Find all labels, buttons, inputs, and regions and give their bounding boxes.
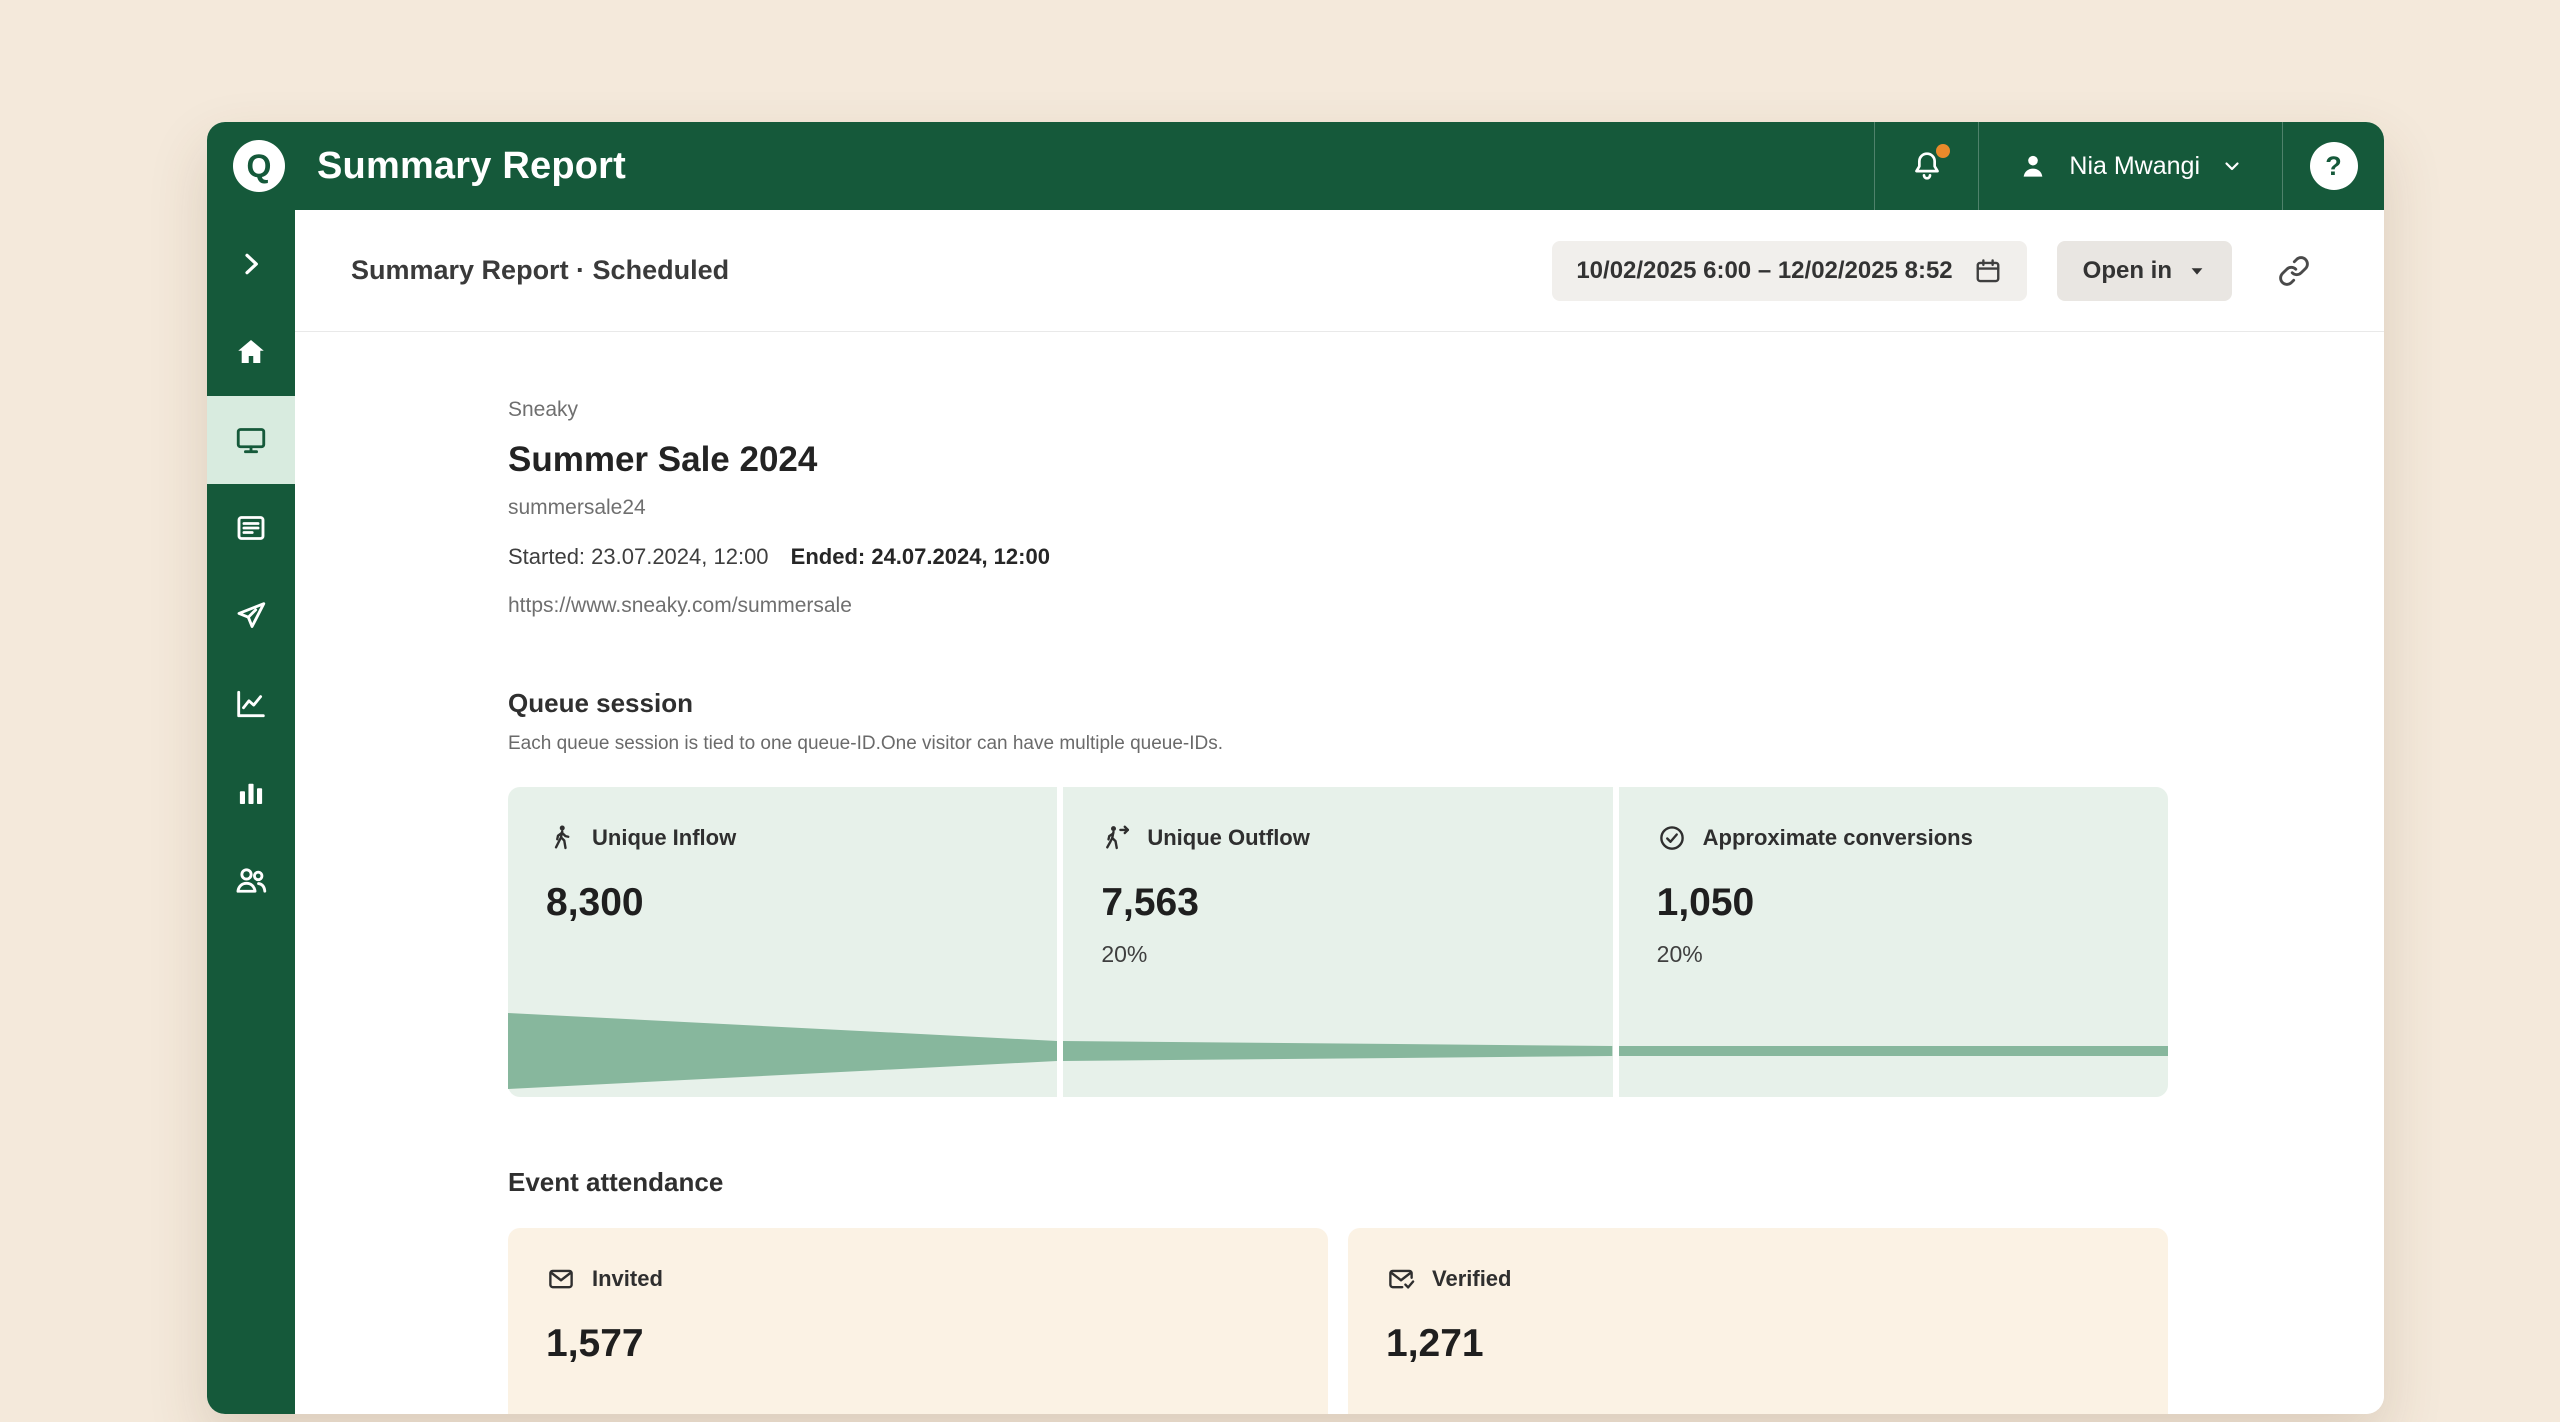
user-menu[interactable]: Nia Mwangi bbox=[1978, 122, 2282, 210]
campaign-dates: Started: 23.07.2024, 12:00 Ended: 24.07.… bbox=[508, 544, 2384, 570]
panel-percent: 20% bbox=[1101, 941, 1582, 968]
home-icon bbox=[233, 334, 269, 370]
campaign-started: Started: 23.07.2024, 12:00 bbox=[508, 544, 769, 569]
calendar-icon bbox=[1973, 256, 2003, 286]
envelope-icon bbox=[546, 1264, 576, 1294]
event-attendance-row: Invited 1,577 Verified 1,271 bbox=[508, 1228, 2168, 1414]
line-chart-icon bbox=[233, 686, 269, 722]
panel-label: Approximate conversions bbox=[1703, 825, 1973, 851]
card-value: 1,271 bbox=[1386, 1322, 2138, 1366]
sidebar bbox=[207, 210, 295, 1414]
panel-percent bbox=[546, 941, 1027, 967]
chevron-down-icon bbox=[2220, 154, 2244, 178]
user-name: Nia Mwangi bbox=[2069, 152, 2200, 181]
panel-value: 7,563 bbox=[1101, 881, 1582, 925]
app-header: Q Summary Report Nia Mwangi bbox=[207, 122, 2384, 210]
panel-body: Unique Outflow 7,563 20% bbox=[1063, 787, 1612, 968]
list-card-icon bbox=[233, 510, 269, 546]
body-row: Summary Report · Scheduled 10/02/2025 6:… bbox=[207, 210, 2384, 1414]
sidebar-item-line-chart[interactable] bbox=[207, 660, 295, 748]
sidebar-item-broadcast[interactable] bbox=[207, 572, 295, 660]
queue-session-card: Unique Inflow 8,300 bbox=[508, 787, 2168, 1097]
panel-body: Approximate conversions 1,050 20% bbox=[1619, 787, 2168, 968]
panel-label: Unique Inflow bbox=[592, 825, 736, 851]
campaign-url: https://www.sneaky.com/summersale bbox=[508, 594, 2384, 618]
panel-value: 1,050 bbox=[1657, 881, 2138, 925]
panel-label-row: Approximate conversions bbox=[1657, 823, 2138, 853]
sidebar-item-home[interactable] bbox=[207, 308, 295, 396]
funnel-segment-2 bbox=[1063, 1005, 1612, 1097]
card-label: Verified bbox=[1432, 1266, 1511, 1292]
card-verified: Verified 1,271 bbox=[1348, 1228, 2168, 1414]
walking-person-icon bbox=[546, 823, 576, 853]
person-exit-icon bbox=[1101, 823, 1131, 853]
caret-down-icon bbox=[2188, 262, 2206, 280]
panel-unique-inflow: Unique Inflow 8,300 bbox=[508, 787, 1057, 1097]
people-icon bbox=[233, 862, 269, 898]
card-invited: Invited 1,577 bbox=[508, 1228, 1328, 1414]
panel-label-row: Unique Outflow bbox=[1101, 823, 1582, 853]
open-in-label: Open in bbox=[2083, 257, 2172, 285]
panel-value: 8,300 bbox=[546, 881, 1027, 925]
panel-label-row: Unique Inflow bbox=[546, 823, 1027, 853]
app-window: Q Summary Report Nia Mwangi bbox=[207, 122, 2384, 1414]
campaign-ended: Ended: 24.07.2024, 12:00 bbox=[791, 544, 1050, 569]
campaign-title: Summer Sale 2024 bbox=[508, 440, 2384, 480]
panel-label: Unique Outflow bbox=[1147, 825, 1310, 851]
campaign-brand: Sneaky bbox=[508, 398, 2384, 422]
notification-dot bbox=[1936, 144, 1950, 158]
card-label: Invited bbox=[592, 1266, 663, 1292]
send-icon bbox=[233, 598, 269, 634]
app-header-left: Q Summary Report bbox=[207, 122, 626, 210]
sidebar-item-expand[interactable] bbox=[207, 220, 295, 308]
monitor-icon bbox=[233, 422, 269, 458]
main-column: Summary Report · Scheduled 10/02/2025 6:… bbox=[295, 210, 2384, 1414]
panel-percent: 20% bbox=[1657, 941, 2138, 968]
link-icon bbox=[2276, 253, 2312, 289]
sidebar-item-audience[interactable] bbox=[207, 836, 295, 924]
panel-approximate-conversions: Approximate conversions 1,050 20% bbox=[1619, 787, 2168, 1097]
campaign-slug: summersale24 bbox=[508, 496, 2384, 520]
open-in-button[interactable]: Open in bbox=[2057, 241, 2232, 301]
breadcrumb: Summary Report · Scheduled bbox=[351, 255, 729, 286]
queue-session-heading: Queue session bbox=[508, 688, 2384, 719]
event-attendance-heading: Event attendance bbox=[508, 1167, 2384, 1198]
help-button[interactable]: ? bbox=[2282, 122, 2384, 210]
app-title: Summary Report bbox=[317, 145, 626, 188]
envelope-check-icon bbox=[1386, 1264, 1416, 1294]
subheader: Summary Report · Scheduled 10/02/2025 6:… bbox=[295, 210, 2384, 332]
notifications-button[interactable] bbox=[1874, 122, 1978, 210]
header-right: Nia Mwangi ? bbox=[1874, 122, 2384, 210]
bar-chart-icon bbox=[233, 774, 269, 810]
check-circle-icon bbox=[1657, 823, 1687, 853]
app-logo[interactable]: Q bbox=[233, 140, 285, 192]
panel-unique-outflow: Unique Outflow 7,563 20% bbox=[1063, 787, 1612, 1097]
card-label-row: Invited bbox=[546, 1264, 1298, 1294]
panel-body: Unique Inflow 8,300 bbox=[508, 787, 1057, 967]
sidebar-item-screens[interactable] bbox=[207, 396, 295, 484]
sidebar-item-pages[interactable] bbox=[207, 484, 295, 572]
sidebar-item-bar-chart[interactable] bbox=[207, 748, 295, 836]
date-range-text: 10/02/2025 6:00 – 12/02/2025 8:52 bbox=[1576, 257, 1952, 285]
app-logo-letter: Q bbox=[247, 148, 272, 185]
card-label-row: Verified bbox=[1386, 1264, 2138, 1294]
bell-icon bbox=[1909, 148, 1945, 184]
date-range-picker[interactable]: 10/02/2025 6:00 – 12/02/2025 8:52 bbox=[1552, 241, 2026, 301]
help-icon: ? bbox=[2310, 142, 2358, 190]
help-glyph: ? bbox=[2325, 151, 2342, 182]
queue-session-description: Each queue session is tied to one queue-… bbox=[508, 733, 2384, 755]
copy-link-button[interactable] bbox=[2276, 253, 2312, 289]
chevron-right-icon bbox=[235, 248, 267, 280]
user-icon bbox=[2017, 150, 2049, 182]
card-value: 1,577 bbox=[546, 1322, 1298, 1366]
content-area: Sneaky Summer Sale 2024 summersale24 Sta… bbox=[295, 332, 2384, 1414]
funnel-segment-1 bbox=[508, 1005, 1057, 1097]
funnel-segment-3 bbox=[1619, 1005, 2168, 1097]
